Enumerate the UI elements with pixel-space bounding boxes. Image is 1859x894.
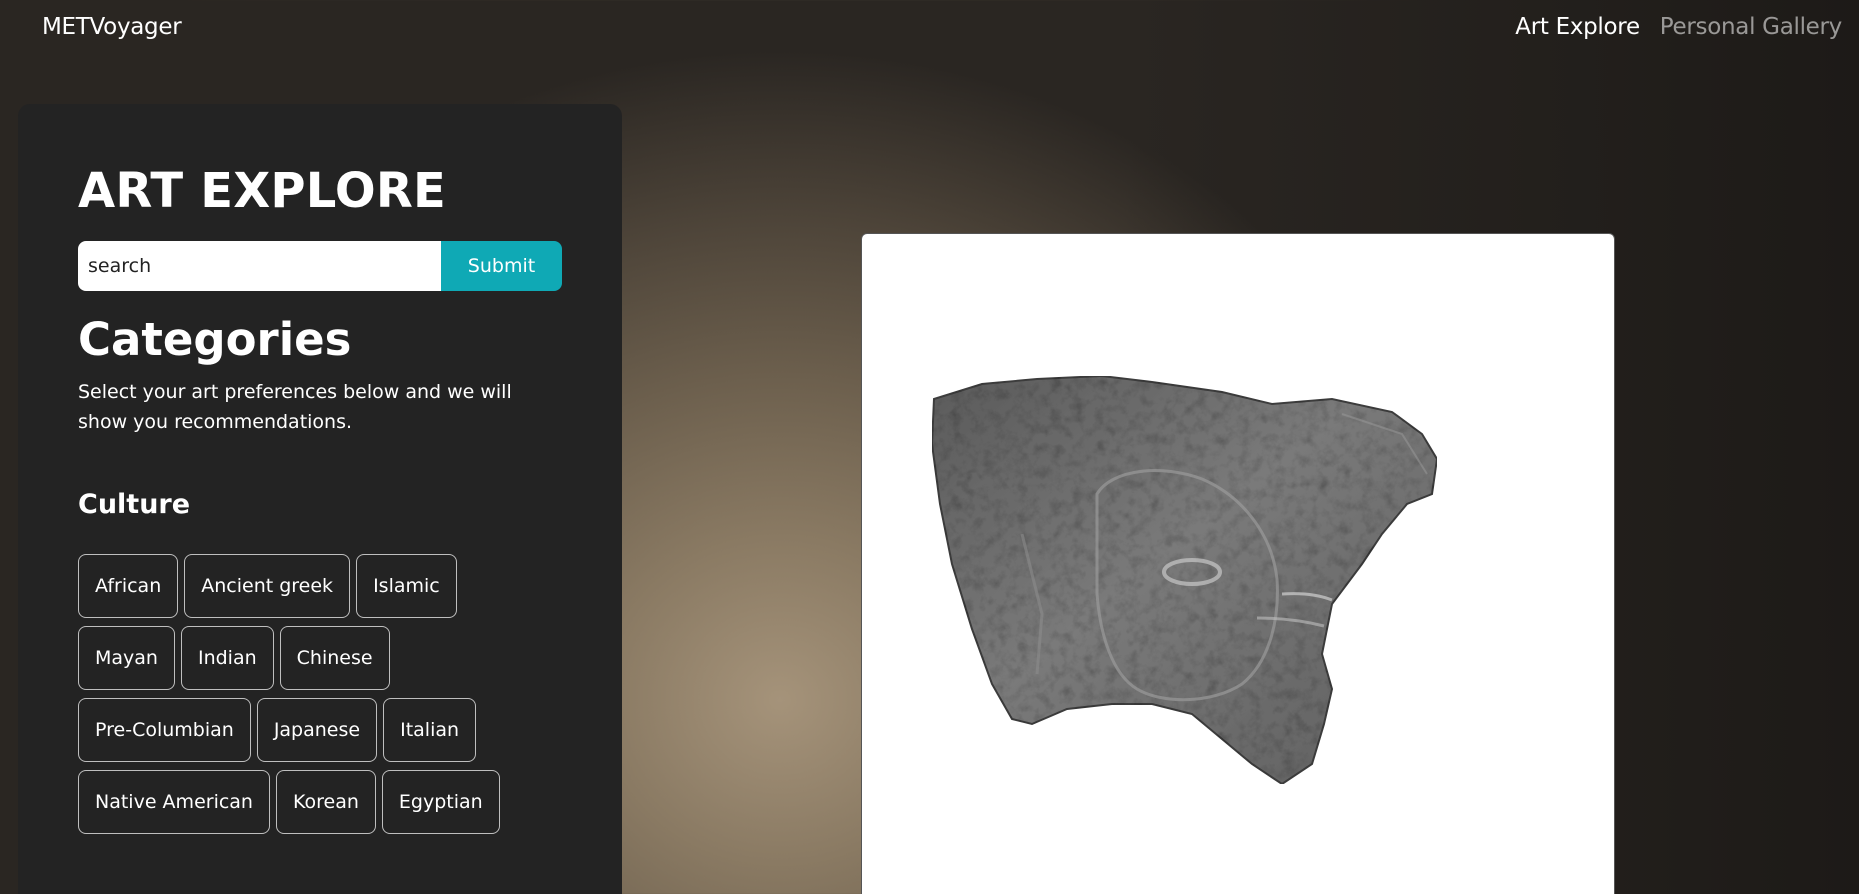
nav-links: Art Explore Personal Gallery: [1515, 14, 1842, 40]
nav-link-art-explore[interactable]: Art Explore: [1515, 14, 1640, 40]
culture-heading: Culture: [78, 489, 191, 521]
chip-korean[interactable]: Korean: [275, 770, 376, 835]
explore-sidebar: ART EXPLORE Submit Categories Select you…: [18, 104, 622, 894]
chip-mayan[interactable]: Mayan: [78, 626, 175, 691]
submit-button[interactable]: Submit: [441, 241, 562, 292]
chip-japanese[interactable]: Japanese: [256, 698, 378, 763]
page-title: ART EXPLORE: [78, 163, 447, 219]
stone-relief-fragment-image: [930, 374, 1439, 786]
categories-heading: Categories: [78, 313, 352, 367]
chip-chinese[interactable]: Chinese: [279, 626, 390, 691]
search-form: Submit: [78, 241, 562, 292]
chip-ancient-greek[interactable]: Ancient greek: [184, 554, 351, 619]
chip-pre-columbian[interactable]: Pre-Columbian: [78, 698, 251, 763]
chip-african[interactable]: African: [78, 554, 179, 619]
chip-native-american[interactable]: Native American: [78, 770, 270, 835]
top-navbar: METVoyager Art Explore Personal Gallery: [0, 0, 1859, 58]
categories-description: Select your art preferences below and we…: [78, 381, 512, 434]
search-input[interactable]: [78, 241, 441, 292]
chip-italian[interactable]: Italian: [383, 698, 477, 763]
nav-link-personal-gallery[interactable]: Personal Gallery: [1660, 14, 1843, 40]
chip-egyptian[interactable]: Egyptian: [381, 770, 500, 835]
culture-chip-group: African Ancient greek Islamic Mayan Indi…: [78, 554, 548, 835]
chip-islamic[interactable]: Islamic: [356, 554, 457, 619]
chip-indian[interactable]: Indian: [180, 626, 274, 691]
artwork-card[interactable]: [861, 233, 1615, 894]
brand-logo-link[interactable]: METVoyager: [42, 14, 182, 40]
